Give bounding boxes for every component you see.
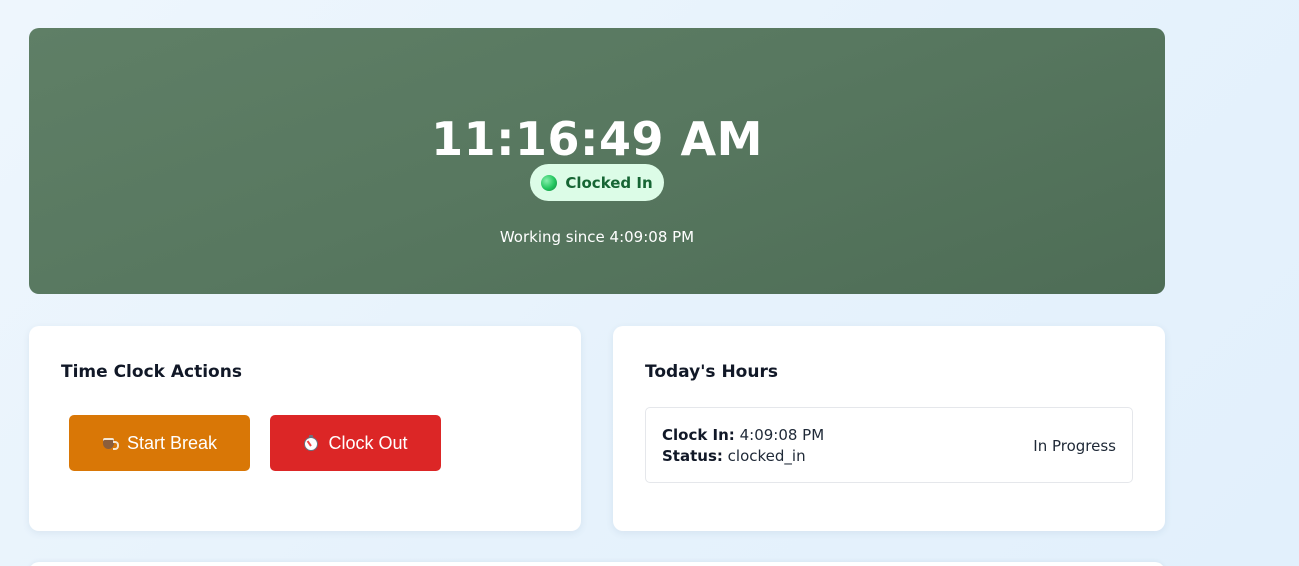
todays-hours-title: Today's Hours: [645, 362, 778, 382]
coffee-icon: [102, 435, 119, 451]
start-break-button[interactable]: Start Break: [69, 415, 250, 471]
status-dot-icon: [541, 174, 558, 191]
clock-panel: 11:16:49 AM Clocked In Working since 4:0…: [29, 28, 1165, 294]
time-clock-actions-card: Time Clock Actions Start Break Clock Out: [29, 326, 581, 531]
status-value: clocked_in: [727, 447, 806, 465]
clock-in-label: Clock In:: [662, 426, 735, 444]
entry-state: In Progress: [1033, 437, 1116, 455]
current-time: 11:16:49 AM: [431, 112, 763, 166]
working-since-text: Working since 4:09:08 PM: [499, 228, 695, 246]
next-card-edge: [29, 562, 1165, 566]
status-badge-label: Clocked In: [565, 173, 653, 192]
time-entry: Clock In: 4:09:08 PM Status: clocked_in …: [645, 407, 1133, 483]
status-badge: Clocked In: [530, 164, 664, 201]
clock-in-value: 4:09:08 PM: [739, 426, 825, 444]
clock-out-label: Clock Out: [328, 432, 408, 453]
todays-hours-card: Today's Hours Clock In: 4:09:08 PM Statu…: [613, 326, 1165, 531]
status-label: Status:: [662, 447, 723, 465]
actions-title: Time Clock Actions: [61, 362, 242, 382]
stopwatch-icon: [303, 435, 319, 451]
status-line: Status: clocked_in: [662, 446, 806, 467]
clock-in-line: Clock In: 4:09:08 PM: [662, 425, 824, 446]
start-break-label: Start Break: [126, 432, 218, 453]
clock-out-button[interactable]: Clock Out: [270, 415, 441, 471]
